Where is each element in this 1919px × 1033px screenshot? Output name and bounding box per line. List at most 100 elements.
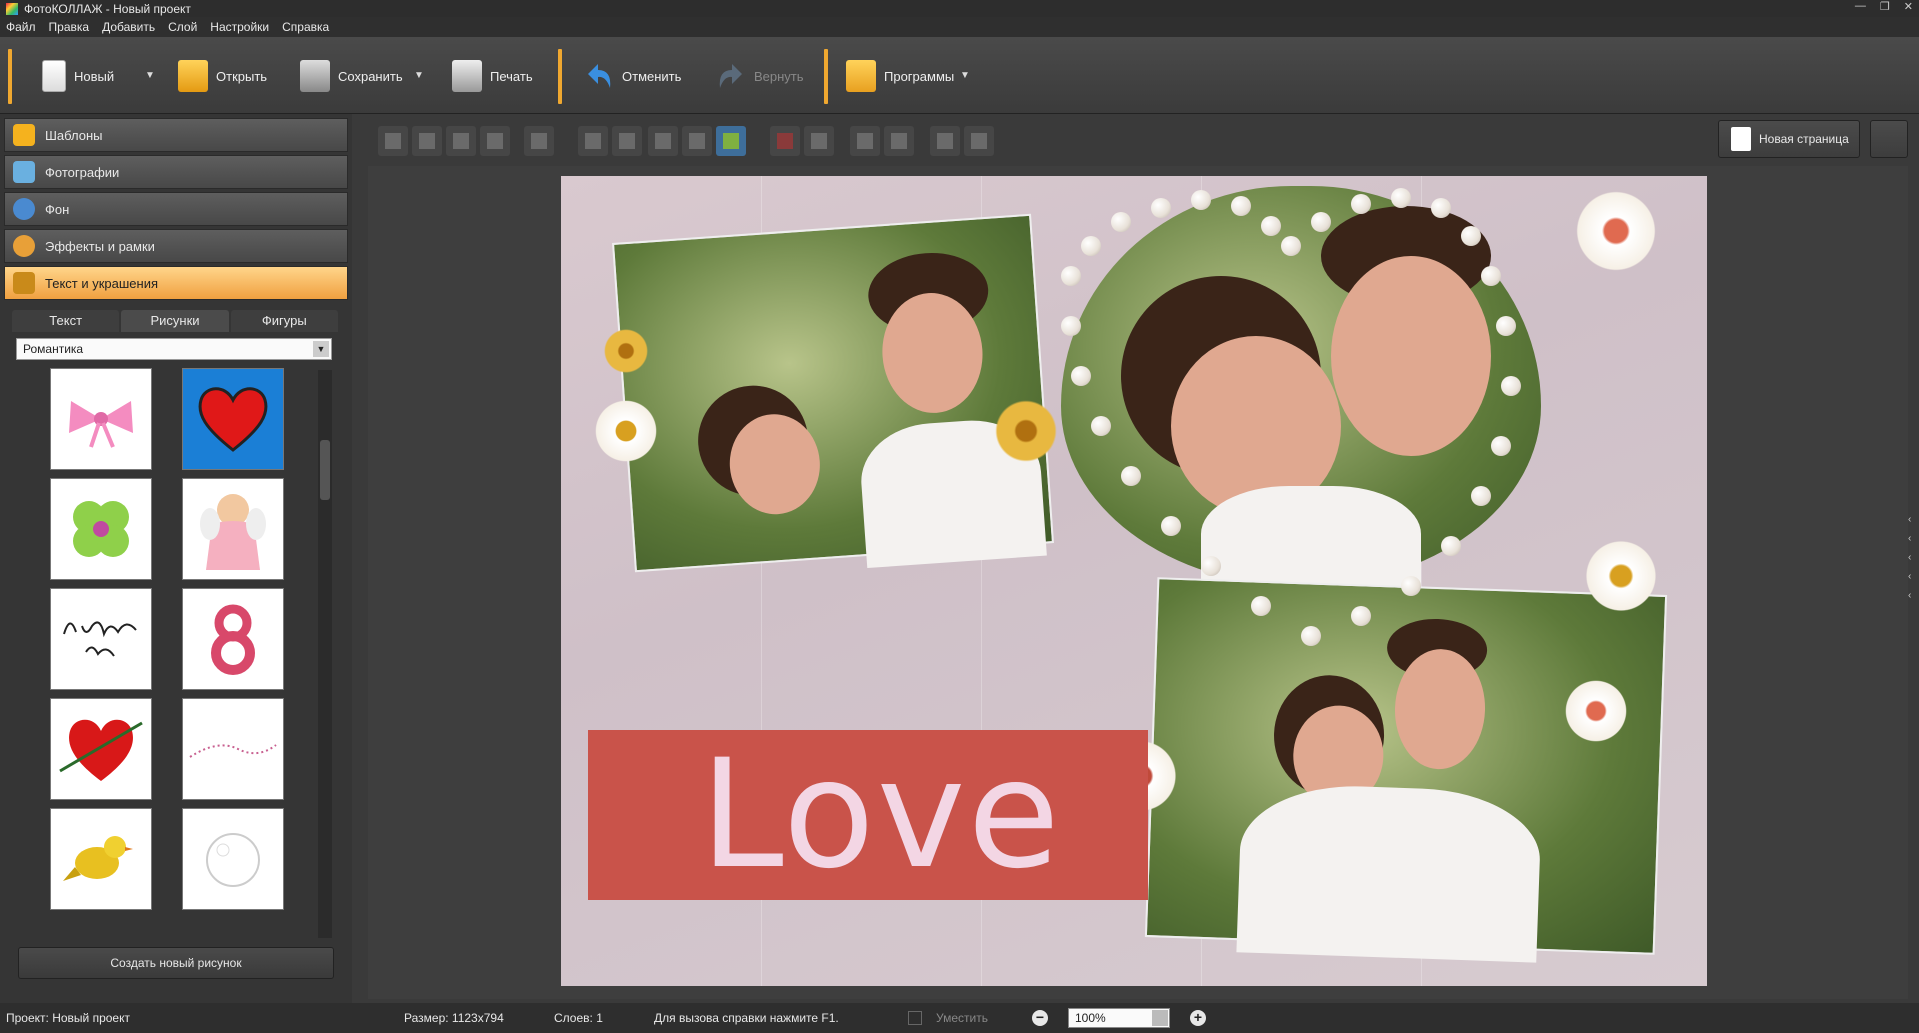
bring-forward-icon[interactable] <box>412 126 442 156</box>
pearl-decoration <box>1481 266 1501 286</box>
zoom-in-icon[interactable]: + <box>1190 1010 1206 1026</box>
scroll-thumb[interactable] <box>320 440 330 500</box>
pearl-decoration <box>1071 366 1091 386</box>
window-title: ФотоКОЛЛАЖ - Новый проект <box>24 1 191 16</box>
left-panel: Шаблоны Фотографии Фон Эффекты и рамки Т… <box>0 114 352 1003</box>
chevron-down-icon[interactable] <box>1152 1010 1168 1026</box>
thumb-eight[interactable] <box>182 588 284 690</box>
gallery-scrollbar[interactable] <box>318 370 332 938</box>
photo-frame-3[interactable] <box>1144 577 1668 963</box>
crop-icon[interactable] <box>804 126 834 156</box>
programs-button[interactable]: Программы <box>846 55 954 97</box>
section-text-decor[interactable]: Текст и украшения <box>4 266 348 300</box>
fit-icon[interactable] <box>716 126 746 156</box>
pearl-decoration <box>1151 198 1171 218</box>
save-label: Сохранить <box>338 68 403 84</box>
flip-horizontal-icon[interactable] <box>648 126 678 156</box>
pearl-decoration <box>1351 606 1371 626</box>
status-bar: Проект: Новый проект Размер: 1123x794 Сл… <box>0 1003 1919 1033</box>
tab-pictures[interactable]: Рисунки <box>121 310 229 332</box>
section-photos[interactable]: Фотографии <box>4 155 348 189</box>
pearl-decoration <box>1441 536 1461 556</box>
thumb-bow[interactable] <box>50 368 152 470</box>
send-back-icon[interactable] <box>480 126 510 156</box>
section-templates[interactable]: Шаблоны <box>4 118 348 152</box>
new-page-button[interactable]: Новая страница <box>1718 120 1860 158</box>
programs-dropdown-icon[interactable]: ▼ <box>960 70 970 81</box>
open-button[interactable]: Открыть <box>178 55 267 97</box>
fit-checkbox[interactable] <box>908 1011 922 1025</box>
editor-toolbar: Новая страница <box>368 120 1908 162</box>
new-dropdown-icon[interactable]: ▼ <box>145 70 155 81</box>
thumb-bubble[interactable] <box>182 808 284 910</box>
zoom-value: 100% <box>1075 1011 1106 1025</box>
save-icon <box>300 60 330 92</box>
minimize-icon[interactable]: — <box>1855 0 1866 13</box>
photo-heart[interactable] <box>1061 186 1541 606</box>
flip-vertical-icon[interactable] <box>682 126 712 156</box>
menu-settings[interactable]: Настройки <box>210 20 269 34</box>
redo-button[interactable]: Вернуть <box>716 55 804 97</box>
pearl-decoration <box>1231 196 1251 216</box>
print-button[interactable]: Печать <box>452 55 533 97</box>
app-icon <box>6 2 18 15</box>
flower-decoration <box>991 396 1061 466</box>
save-dropdown-icon[interactable]: ▼ <box>414 70 424 81</box>
thumb-bead-string[interactable] <box>182 698 284 800</box>
thumb-bird[interactable] <box>50 808 152 910</box>
tab-shapes[interactable]: Фигуры <box>230 310 338 332</box>
new-page-icon <box>1731 127 1751 151</box>
align-icon[interactable] <box>524 126 554 156</box>
size-status: Размер: 1123x794 <box>404 1011 504 1025</box>
maximize-icon[interactable]: ❐ <box>1880 0 1890 13</box>
pearl-decoration <box>1251 596 1271 616</box>
thumb-angel[interactable] <box>182 478 284 580</box>
pearl-decoration <box>1191 190 1211 210</box>
bring-front-icon[interactable] <box>378 126 408 156</box>
lock-icon[interactable] <box>964 126 994 156</box>
undo-button[interactable]: Отменить <box>584 55 681 97</box>
zoom-select[interactable]: 100% <box>1068 1008 1170 1028</box>
create-picture-button[interactable]: Создать новый рисунок <box>18 947 334 979</box>
brush-icon[interactable] <box>884 126 914 156</box>
category-select[interactable]: Романтика ▼ <box>16 338 332 360</box>
section-background[interactable]: Фон <box>4 192 348 226</box>
delete-icon[interactable] <box>770 126 800 156</box>
undo-icon <box>588 64 611 88</box>
chevron-down-icon[interactable]: ▼ <box>313 341 329 357</box>
tab-text[interactable]: Текст <box>12 310 120 332</box>
palette-icon <box>13 235 35 257</box>
menu-edit[interactable]: Правка <box>49 20 90 34</box>
pearl-decoration <box>1391 188 1411 208</box>
menu-add[interactable]: Добавить <box>102 20 155 34</box>
zoom-out-icon[interactable]: − <box>1032 1010 1048 1026</box>
new-document-icon <box>42 60 66 92</box>
thumb-heart[interactable] <box>182 368 284 470</box>
pearl-decoration <box>1461 226 1481 246</box>
menu-help[interactable]: Справка <box>282 20 329 34</box>
thumb-clover[interactable] <box>50 478 152 580</box>
settings-icon[interactable] <box>930 126 960 156</box>
category-value: Романтика <box>23 342 84 356</box>
thumb-ps-love[interactable] <box>50 588 152 690</box>
menu-layer[interactable]: Слой <box>168 20 197 34</box>
pearl-decoration <box>1501 376 1521 396</box>
layers-status: Слоев: 1 <box>554 1011 603 1025</box>
thumb-heart-arrow[interactable] <box>50 698 152 800</box>
photo-frame-1[interactable] <box>612 213 1054 573</box>
send-backward-icon[interactable] <box>446 126 476 156</box>
new-button[interactable]: Новый <box>42 55 114 97</box>
save-button[interactable]: Сохранить <box>300 55 403 97</box>
side-panel-toggle[interactable]: ‹ ‹ ‹ ‹ ‹ <box>1908 510 1911 605</box>
close-icon[interactable]: ✕ <box>1904 0 1913 13</box>
fill-icon[interactable] <box>850 126 880 156</box>
rotate-left-icon[interactable] <box>578 126 608 156</box>
section-label: Эффекты и рамки <box>45 238 155 254</box>
toolbar-separator <box>824 49 828 104</box>
canvas-love-text[interactable]: Love <box>700 740 1062 890</box>
daisy-decoration <box>591 396 661 466</box>
menu-file[interactable]: Файл <box>6 20 36 34</box>
page-settings-icon[interactable] <box>1870 120 1908 158</box>
section-effects[interactable]: Эффекты и рамки <box>4 229 348 263</box>
rotate-right-icon[interactable] <box>612 126 642 156</box>
